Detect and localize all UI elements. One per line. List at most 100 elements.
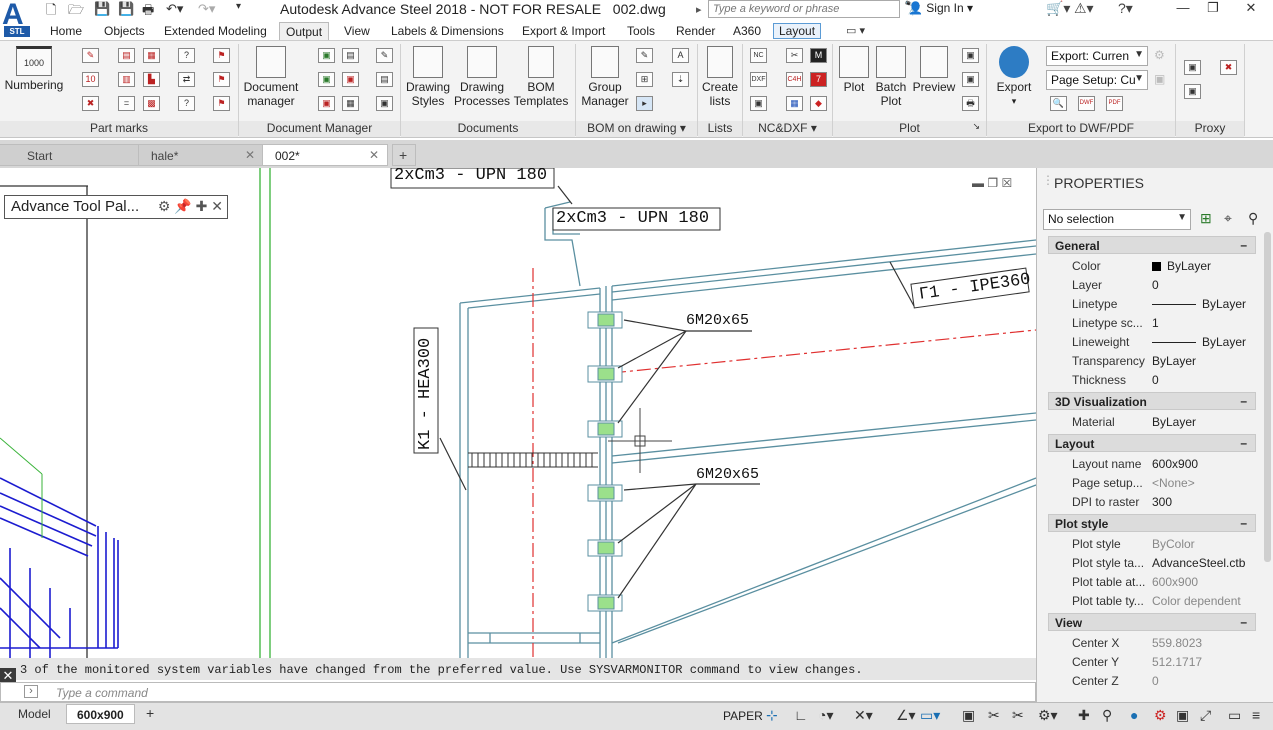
mark-check-icon[interactable]: ?: [178, 96, 195, 111]
customize-icon[interactable]: ≡: [1252, 707, 1260, 723]
drawing-canvas[interactable]: 2xCm3 - UPN 180 2xCm3 - UPN 180 Γ1 - IPE…: [0, 168, 1036, 658]
property-section[interactable]: Plot style –: [1048, 514, 1256, 532]
equal-parts-icon[interactable]: =: [118, 96, 135, 111]
help-icon[interactable]: ?▾: [1118, 0, 1133, 17]
doc-refresh-icon[interactable]: ▣: [318, 72, 335, 87]
proxy-icon[interactable]: ▣: [1184, 60, 1201, 75]
close-icon[interactable]: ✕: [211, 198, 223, 214]
drawing-processes-button[interactable]: Drawing Processes: [454, 46, 510, 108]
drawing-styles-button[interactable]: Drawing Styles: [402, 46, 454, 108]
nc-icon[interactable]: NC: [750, 48, 767, 63]
m-icon[interactable]: M: [810, 48, 827, 63]
assembly-icon[interactable]: ▙: [143, 72, 160, 87]
close-icon[interactable]: ✕: [3, 668, 14, 683]
bom-add-icon[interactable]: ⊞: [636, 72, 653, 87]
mark-query-icon[interactable]: ?: [178, 48, 195, 63]
property-row[interactable]: Linetype sc... 1: [1048, 313, 1256, 332]
close-icon[interactable]: ✕: [1236, 0, 1266, 18]
page-setup-select[interactable]: Page Setup: Cu ▼: [1046, 70, 1148, 90]
group-manager-button[interactable]: Group Manager: [578, 46, 632, 108]
lineweight-icon[interactable]: ∠▾: [896, 707, 916, 724]
doc-revision-icon[interactable]: ▤: [376, 72, 393, 87]
export-options-icon[interactable]: ⚙: [1154, 48, 1165, 62]
restore-icon[interactable]: ❐: [1198, 0, 1228, 18]
part-group-icon[interactable]: ▥: [118, 72, 135, 87]
property-row[interactable]: Plot style ta... AdvanceSteel.ctb: [1048, 553, 1256, 572]
add-layout-button[interactable]: +: [140, 704, 160, 724]
quick-properties-icon[interactable]: ▣: [962, 707, 975, 724]
property-row[interactable]: Linetype ByLayer: [1048, 294, 1256, 313]
cart-icon[interactable]: 🛒▾: [1046, 0, 1070, 17]
collapse-icon[interactable]: –: [1240, 238, 1247, 252]
create-lists-button[interactable]: Create lists: [699, 46, 741, 108]
mark-flag-icon[interactable]: ⚑: [213, 48, 230, 63]
bom-edit-icon[interactable]: ✎: [636, 48, 653, 63]
property-row[interactable]: Layer 0: [1048, 275, 1256, 294]
nc-blue-icon[interactable]: ▦: [786, 96, 803, 111]
add-icon[interactable]: ✚: [1078, 707, 1090, 724]
plot-button[interactable]: Plot: [836, 46, 872, 94]
page-setup-icon[interactable]: ▣: [962, 48, 979, 63]
part-mark-10-icon[interactable]: 10: [82, 72, 99, 87]
property-row[interactable]: Layout name 600x900: [1048, 454, 1256, 473]
hardware-acceleration-icon[interactable]: ●: [1130, 707, 1138, 723]
command-input[interactable]: Type a command: [0, 682, 1036, 702]
sign-in-button[interactable]: 👤 Sign In ▾: [908, 1, 973, 15]
doc-page-icon[interactable]: ▣: [376, 96, 393, 111]
property-row[interactable]: Color ByLayer: [1048, 256, 1256, 275]
palette-grip-icon[interactable]: ⋮: [1042, 173, 1054, 187]
tab-home[interactable]: Home: [44, 22, 88, 40]
restore-viewport-icon[interactable]: ❐: [987, 176, 998, 190]
annotation-icon[interactable]: ✂: [988, 707, 1000, 724]
document-manager-button[interactable]: Document manager: [240, 46, 302, 108]
property-row[interactable]: Material ByLayer: [1048, 412, 1256, 431]
connect-icon[interactable]: ⚠▾: [1074, 0, 1094, 17]
tool-palette-title[interactable]: Advance Tool Pal... ⚙ 📌 ✚ ✕: [4, 195, 228, 219]
export-copy-icon[interactable]: ▣: [1154, 72, 1165, 86]
mark-flag3-icon[interactable]: ⚑: [213, 96, 230, 111]
plotter-manager-icon[interactable]: 🖶: [962, 96, 979, 111]
bom-select-icon[interactable]: ▸: [636, 96, 653, 111]
ribbon-minimize-icon[interactable]: ▭ ▾: [846, 24, 865, 37]
collapse-icon[interactable]: –: [1240, 436, 1247, 450]
minimize-icon[interactable]: —: [1168, 0, 1198, 18]
tab-tools[interactable]: Tools: [621, 22, 661, 40]
close-tab-icon[interactable]: ✕: [369, 148, 379, 162]
tab-export-import[interactable]: Export & Import: [516, 22, 611, 40]
tab-render[interactable]: Render: [670, 22, 721, 40]
main-part-icon[interactable]: ▤: [118, 48, 135, 63]
viewport-scale-icon[interactable]: ▭▾: [920, 707, 940, 724]
pin-icon[interactable]: 📌: [174, 198, 191, 214]
nc-tool-icon[interactable]: ✂: [786, 48, 803, 63]
tab-objects[interactable]: Objects: [98, 22, 151, 40]
undo-icon[interactable]: ↶▾: [166, 1, 183, 17]
snap-icon[interactable]: ∟: [794, 707, 808, 723]
quick-access-dropdown-icon[interactable]: ▾: [236, 1, 241, 12]
polar-icon[interactable]: ◔▾: [818, 707, 833, 724]
nc-diamond-icon[interactable]: ◆: [810, 96, 827, 111]
doc-edit-icon[interactable]: ✎: [376, 48, 393, 63]
bom-sort-down-icon[interactable]: ⇣: [672, 72, 689, 87]
close-viewport-icon[interactable]: ☒: [1001, 176, 1012, 190]
mark-flag2-icon[interactable]: ⚑: [213, 72, 230, 87]
advance-steel-icon[interactable]: ⚙: [1154, 707, 1167, 724]
doc-table-icon[interactable]: ▦: [342, 96, 359, 111]
property-row[interactable]: DPI to raster 300: [1048, 492, 1256, 511]
dxf-icon[interactable]: DXF: [750, 72, 767, 87]
gear-icon[interactable]: ⚙: [158, 198, 171, 214]
plot-details-icon[interactable]: ▣: [962, 72, 979, 87]
collapse-icon[interactable]: –: [1240, 615, 1247, 629]
property-section[interactable]: General –: [1048, 236, 1256, 254]
panel-title-bom-on-drawing[interactable]: BOM on drawing ▾: [576, 121, 697, 137]
export-format-select[interactable]: Export: Curren ▼: [1046, 46, 1148, 66]
part-mark-icon[interactable]: ✎: [82, 48, 99, 63]
save-icon[interactable]: 💾: [94, 1, 110, 17]
layout-tab-model[interactable]: Model: [8, 704, 61, 724]
tab-labels-dimensions[interactable]: Labels & Dimensions: [385, 22, 510, 40]
part-mark-x-icon[interactable]: ✖: [82, 96, 99, 111]
c4h-icon[interactable]: C4H: [786, 72, 803, 87]
quick-select-icon[interactable]: ⚲: [1248, 210, 1258, 227]
tab-output[interactable]: Output: [279, 22, 330, 40]
property-row[interactable]: Lineweight ByLayer: [1048, 332, 1256, 351]
layout-tab-600x900[interactable]: 600x900: [66, 704, 135, 724]
